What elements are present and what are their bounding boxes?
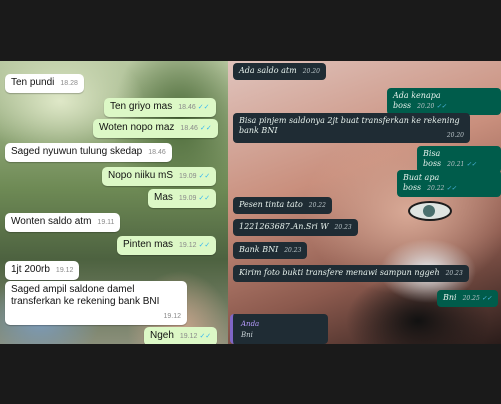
message-bubble: Bisa boss 20.21 ✓✓ bbox=[417, 146, 501, 173]
double-check-icon: ✓✓ bbox=[197, 104, 210, 111]
message-text: Saged ampil saldone damel transferkan ke… bbox=[11, 284, 160, 307]
eye-photo-detail bbox=[408, 201, 452, 221]
message-text: Nopo niiku mS bbox=[108, 170, 174, 181]
message-bubble: 1221263687.An.Sri W 20.23 bbox=[233, 219, 358, 236]
message-bubble: Bank BNI 20.23 bbox=[233, 242, 308, 259]
message-text: Mas bbox=[154, 192, 173, 203]
message-bubble: Ngeh 19.12 ✓✓ bbox=[144, 327, 218, 344]
double-check-icon: ✓✓ bbox=[466, 161, 477, 168]
double-check-icon: ✓✓ bbox=[198, 242, 211, 249]
message-bubble: Pesen tinta tato 20.22 bbox=[233, 197, 332, 214]
message-bubble: Wonten saldo atm 19.11 bbox=[5, 213, 121, 232]
message-time: 20.23 bbox=[334, 224, 352, 231]
reply-author: Anda bbox=[241, 320, 260, 328]
message-bubble: Pinten mas 19.12 ✓✓ bbox=[117, 236, 217, 255]
double-check-icon: ✓✓ bbox=[199, 333, 212, 340]
reply-preview: Anda Bni bbox=[230, 314, 328, 344]
message-time: 19.12 bbox=[179, 242, 197, 249]
message-text: Saged nyuwun tulung skedap bbox=[11, 146, 143, 157]
message-bubble: Kirim foto bukti transfere menawi sampun… bbox=[233, 265, 469, 282]
message-time: 20.22 bbox=[308, 202, 326, 209]
message-time: 19.11 bbox=[97, 219, 115, 226]
message-text: Woten nopo maz bbox=[99, 122, 175, 133]
message-time: 18.46 bbox=[178, 104, 196, 111]
message-time: 20.21 bbox=[447, 161, 465, 168]
message-bubble: Ten pundi 18.28 bbox=[5, 74, 84, 93]
message-time: 20.25 bbox=[462, 295, 480, 302]
double-check-icon: ✓✓ bbox=[199, 125, 212, 132]
message-bubble: Bni 20.25 ✓✓ bbox=[437, 290, 498, 307]
message-bubble: Buat apa boss 20.22 ✓✓ bbox=[397, 170, 501, 197]
double-check-icon: ✓✓ bbox=[198, 195, 211, 202]
message-text: Bank BNI bbox=[239, 245, 279, 254]
message-time: 19.12 bbox=[163, 313, 181, 320]
message-bubble: Saged nyuwun tulung skedap 18.46 bbox=[5, 143, 172, 162]
message-time: 20.20 bbox=[446, 132, 464, 139]
double-check-icon: ✓✓ bbox=[481, 295, 492, 302]
double-check-icon: ✓✓ bbox=[446, 185, 457, 192]
message-bubble: Ada saldo atm 20.20 bbox=[233, 63, 326, 80]
message-bubble: Mas 19.09 ✓✓ bbox=[148, 189, 217, 208]
reply-text: Bni bbox=[241, 331, 253, 339]
message-text: 1221263687.An.Sri W bbox=[239, 222, 329, 231]
message-text: Bni bbox=[443, 293, 457, 302]
message-bubble: Bisa pinjem saldonya 2jt buat transferka… bbox=[233, 113, 470, 143]
message-time: 18.46 bbox=[180, 125, 198, 132]
message-bubble: Nopo niiku mS 19.09 ✓✓ bbox=[102, 167, 217, 186]
message-time: 19.09 bbox=[179, 173, 197, 180]
message-time: 20.20 bbox=[417, 103, 435, 110]
message-time: 20.23 bbox=[284, 247, 302, 254]
message-text: Ten griyo mas bbox=[110, 101, 173, 112]
message-text: 1jt 200rb bbox=[11, 264, 50, 275]
left-chat-screenshot: Ten pundi 18.28 Ten griyo mas 18.46 ✓✓ Wote… bbox=[0, 61, 228, 344]
message-time: 20.22 bbox=[427, 185, 445, 192]
message-text: Ada saldo atm bbox=[239, 66, 297, 75]
message-text: Ten pundi bbox=[11, 77, 55, 88]
double-check-icon: ✓✓ bbox=[436, 103, 447, 110]
message-bubble: Ten griyo mas 18.46 ✓✓ bbox=[104, 98, 216, 117]
message-time: 18.46 bbox=[148, 149, 166, 156]
message-time: 20.20 bbox=[302, 68, 320, 75]
message-text: Kirim foto bukti transfere menawi sampun… bbox=[239, 268, 440, 277]
message-text: Bisa pinjem saldonya 2jt buat transferka… bbox=[239, 116, 460, 135]
message-bubble: Ada kenapa boss 20.20 ✓✓ bbox=[387, 88, 501, 115]
message-time: 18.28 bbox=[60, 80, 78, 87]
message-time: 19.12 bbox=[55, 267, 74, 274]
message-text: Pinten mas bbox=[123, 239, 174, 250]
message-text: Pesen tinta tato bbox=[239, 200, 303, 209]
double-check-icon: ✓✓ bbox=[198, 173, 211, 180]
message-bubble: Saged ampil saldone damel transferkan ke… bbox=[5, 281, 187, 325]
message-text: Wonten saldo atm bbox=[11, 216, 92, 227]
message-time: 20.23 bbox=[445, 270, 463, 277]
message-bubble: 1jt 200rb 19.12 bbox=[5, 261, 80, 280]
message-text: Ngeh bbox=[150, 330, 174, 341]
message-bubble: Woten nopo maz 18.46 ✓✓ bbox=[93, 119, 218, 138]
message-time: 19.09 bbox=[178, 195, 197, 202]
message-time: 19.12 bbox=[179, 333, 198, 340]
message-text: Bisa boss bbox=[423, 149, 442, 168]
